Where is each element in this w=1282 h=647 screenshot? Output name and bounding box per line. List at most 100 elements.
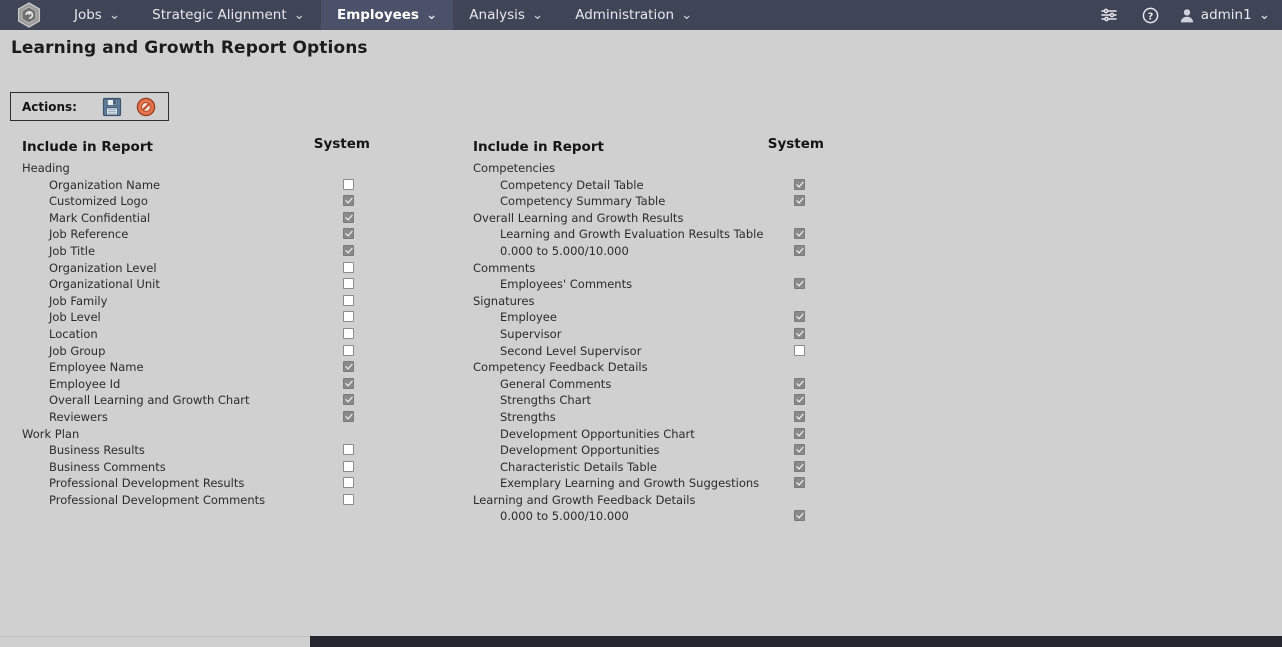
system-checkbox-exemplary-learning-and-growth-suggestions[interactable] <box>794 477 805 489</box>
option-row-job-group: Job Group <box>22 342 384 359</box>
system-checkbox-business-comments[interactable] <box>343 460 354 472</box>
checkbox-checked-icon <box>794 195 805 207</box>
system-header: System <box>767 136 824 152</box>
options-column-left: Include in Report System Heading Organiza… <box>22 136 384 507</box>
option-row-business-results: Business Results <box>22 441 384 458</box>
checkbox-checked-icon <box>794 510 805 522</box>
system-checkbox-development-opportunities-chart[interactable] <box>794 427 805 439</box>
system-checkbox-competency-detail-table[interactable] <box>794 178 805 190</box>
system-checkbox-employees-comments[interactable] <box>794 278 805 290</box>
system-checkbox-general-comments[interactable] <box>794 377 805 389</box>
checkbox-unchecked-icon <box>343 278 354 290</box>
system-checkbox-overall-learning-and-growth-chart[interactable] <box>343 394 354 406</box>
option-label: Characteristic Details Table <box>500 459 657 474</box>
system-checkbox-organization-name[interactable] <box>343 178 354 190</box>
system-checkbox-business-results[interactable] <box>343 444 354 456</box>
system-checkbox-job-level[interactable] <box>343 311 354 323</box>
nav-item-jobs[interactable]: Jobs ⌄ <box>58 0 136 30</box>
option-row-job-level: Job Level <box>22 308 384 325</box>
system-checkbox-mark-confidential[interactable] <box>343 211 354 223</box>
page-content: Learning and Growth Report Options Actio… <box>0 30 1282 647</box>
checkbox-checked-icon <box>794 477 805 489</box>
option-row-organization-level: Organization Level <box>22 259 384 276</box>
nav-item-administration[interactable]: Administration ⌄ <box>559 0 708 30</box>
option-label: Competency Summary Table <box>500 194 666 209</box>
option-label: General Comments <box>500 376 612 391</box>
option-row-job-family: Job Family <box>22 292 384 309</box>
sliders-settings-icon[interactable] <box>1088 0 1130 30</box>
option-group-overall-learning-and-growth-results: Overall Learning and Growth Results <box>473 209 835 226</box>
nav-item-label: Strategic Alignment <box>152 7 287 23</box>
checkbox-checked-icon <box>343 394 354 406</box>
user-menu[interactable]: admin1 ⌄ <box>1172 7 1270 23</box>
system-checkbox-professional-development-results[interactable] <box>343 477 354 489</box>
option-label: Employee Id <box>49 376 121 391</box>
option-group-learning-and-growth-feedback-details: Learning and Growth Feedback Details <box>473 491 835 508</box>
checkbox-checked-icon <box>343 377 354 389</box>
system-checkbox-learning-and-growth-evaluation-results-table[interactable] <box>794 228 805 240</box>
nav-item-label: Analysis <box>469 7 525 23</box>
option-label: Location <box>49 326 98 341</box>
option-row-supervisor: Supervisor <box>473 325 835 342</box>
system-checkbox-job-group[interactable] <box>343 344 354 356</box>
system-checkbox-strengths-chart[interactable] <box>794 394 805 406</box>
checkbox-checked-icon <box>794 244 805 256</box>
horizontal-scrollbar[interactable] <box>0 636 1282 647</box>
system-checkbox-characteristic-details-table[interactable] <box>794 460 805 472</box>
option-label: Reviewers <box>49 409 108 424</box>
help-question-icon[interactable]: ? <box>1130 0 1172 30</box>
column-header: Include in Report System <box>473 136 835 155</box>
system-checkbox-employee-name[interactable] <box>343 361 354 373</box>
option-row-second-level-supervisor: Second Level Supervisor <box>473 342 835 359</box>
option-label: Development Opportunities <box>500 443 660 458</box>
system-checkbox-0-000-to-5-000-10-000[interactable] <box>794 510 805 522</box>
actions-label: Actions: <box>22 99 77 114</box>
system-checkbox-employee-id[interactable] <box>343 377 354 389</box>
system-checkbox-strengths[interactable] <box>794 410 805 422</box>
chevron-down-icon: ⌄ <box>681 7 693 23</box>
hexagon-cube-logo-icon <box>17 2 41 28</box>
column-header: Include in Report System <box>22 136 384 155</box>
system-checkbox-customized-logo[interactable] <box>343 195 354 207</box>
option-label: Business Comments <box>49 459 166 474</box>
system-checkbox-0-000-to-5-000-10-000[interactable] <box>794 244 805 256</box>
system-checkbox-professional-development-comments[interactable] <box>343 493 354 505</box>
option-row-business-comments: Business Comments <box>22 458 384 475</box>
save-button[interactable] <box>101 96 123 118</box>
horizontal-scrollbar-thumb[interactable] <box>0 636 310 647</box>
system-checkbox-job-title[interactable] <box>343 244 354 256</box>
group-label: Heading <box>22 161 70 175</box>
system-checkbox-employee[interactable] <box>794 311 805 323</box>
system-checkbox-development-opportunities[interactable] <box>794 444 805 456</box>
nav-item-employees[interactable]: Employees ⌄ <box>320 0 454 30</box>
system-checkbox-supervisor[interactable] <box>794 327 805 339</box>
system-checkbox-organizational-unit[interactable] <box>343 278 354 290</box>
system-checkbox-job-family[interactable] <box>343 294 354 306</box>
system-checkbox-competency-summary-table[interactable] <box>794 195 805 207</box>
system-checkbox-reviewers[interactable] <box>343 410 354 422</box>
option-label: 0.000 to 5.000/10.000 <box>500 509 629 524</box>
user-name-label: admin1 <box>1200 7 1252 23</box>
option-group-heading: Heading <box>22 159 384 176</box>
system-checkbox-second-level-supervisor[interactable] <box>794 344 805 356</box>
option-label: Professional Development Comments <box>49 492 266 507</box>
floppy-disk-save-icon <box>102 97 122 116</box>
option-label: Overall Learning and Growth Chart <box>49 393 250 408</box>
checkbox-checked-icon <box>794 410 805 422</box>
system-checkbox-location[interactable] <box>343 327 354 339</box>
option-rows: Competencies Competency Detail Table Compe… <box>473 159 835 524</box>
help-glyph: ? <box>1142 7 1159 23</box>
option-label: Job Reference <box>49 227 129 242</box>
system-checkbox-job-reference[interactable] <box>343 228 354 240</box>
option-label: Learning and Growth Evaluation Results T… <box>500 227 764 242</box>
system-checkbox-organization-level[interactable] <box>343 261 354 273</box>
app-logo[interactable] <box>0 0 58 30</box>
checkbox-checked-icon <box>343 410 354 422</box>
nav-item-strategic-alignment[interactable]: Strategic Alignment ⌄ <box>136 0 321 30</box>
chevron-down-icon: ⌄ <box>425 7 438 23</box>
nav-item-analysis[interactable]: Analysis ⌄ <box>453 0 559 30</box>
option-label: Job Family <box>49 293 108 308</box>
checkbox-unchecked-icon <box>343 261 354 273</box>
cancel-button[interactable] <box>135 96 157 118</box>
nav-item-label: Employees <box>336 7 419 23</box>
